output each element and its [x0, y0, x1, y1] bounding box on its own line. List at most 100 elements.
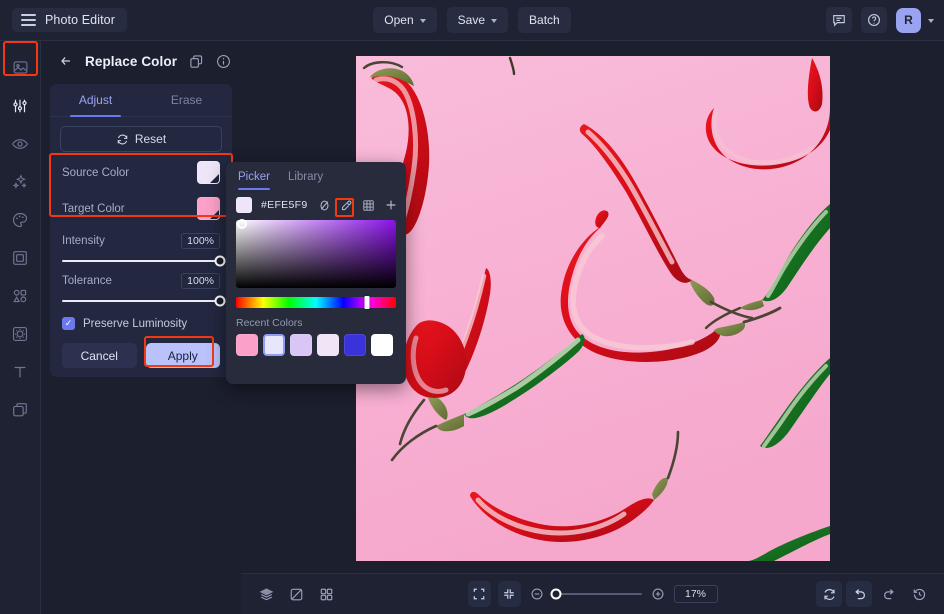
- tab-library[interactable]: Library: [288, 162, 323, 192]
- avatar[interactable]: R: [896, 7, 921, 33]
- rail-item-frame[interactable]: [5, 242, 36, 273]
- saturation-value-knob[interactable]: [237, 219, 248, 230]
- target-color-swatch[interactable]: [197, 197, 220, 220]
- redo-icon[interactable]: [876, 581, 902, 607]
- arrow-left-icon[interactable]: [55, 50, 77, 72]
- picker-hex-row: #EFE5F9: [236, 193, 396, 217]
- tab-library-label: Library: [287, 171, 324, 183]
- rail-item-sparkles[interactable]: [5, 166, 36, 197]
- zoom-slider-track[interactable]: [550, 588, 642, 600]
- apply-button[interactable]: Apply: [145, 343, 220, 368]
- add-icon[interactable]: [382, 197, 399, 214]
- tab-adjust[interactable]: Adjust: [50, 84, 141, 117]
- source-color-label: Source Color: [62, 166, 130, 179]
- grid-view-icon[interactable]: [313, 581, 339, 607]
- panel-header: Replace Color: [41, 41, 241, 81]
- open-label: Open: [384, 13, 414, 27]
- rail-item-image[interactable]: [5, 52, 36, 83]
- history-icon[interactable]: [906, 581, 932, 607]
- tab-erase[interactable]: Erase: [141, 84, 232, 116]
- fit-screen-icon[interactable]: [467, 581, 491, 607]
- layers-stack-icon[interactable]: [253, 581, 279, 607]
- chevron-down-icon: [491, 18, 498, 23]
- preserve-luminosity-checkbox[interactable]: ✓: [62, 317, 75, 330]
- intensity-slider-track[interactable]: [62, 255, 226, 267]
- comment-icon[interactable]: [826, 7, 852, 33]
- hue-slider[interactable]: [236, 296, 396, 309]
- hex-input[interactable]: #EFE5F9: [257, 197, 311, 213]
- cancel-button[interactable]: Cancel: [62, 343, 137, 368]
- zoom-in-icon[interactable]: [649, 581, 667, 607]
- rotate-icon[interactable]: [816, 581, 842, 607]
- top-right-tools: R: [826, 7, 934, 33]
- tolerance-label: Tolerance: [62, 275, 112, 287]
- rail-item-shapes[interactable]: [5, 280, 36, 311]
- undo-icon[interactable]: [846, 581, 872, 607]
- rail-item-effects[interactable]: [5, 318, 36, 349]
- save-button[interactable]: Save: [446, 7, 509, 33]
- recent-color-swatch[interactable]: [317, 334, 339, 356]
- source-color-row[interactable]: Source Color: [50, 152, 232, 186]
- preserve-luminosity-label: Preserve Luminosity: [83, 317, 188, 330]
- rail-item-eye[interactable]: [5, 128, 36, 159]
- batch-button[interactable]: Batch: [518, 7, 571, 33]
- chili-peppers-photo: [356, 56, 830, 561]
- picker-tabs: Picker Library: [236, 162, 396, 192]
- recent-color-swatch[interactable]: [344, 334, 366, 356]
- hue-slider-knob[interactable]: [364, 296, 370, 309]
- saturation-value-area[interactable]: [236, 219, 396, 288]
- recent-color-swatch[interactable]: [371, 334, 393, 356]
- reset-button[interactable]: Reset: [60, 126, 222, 152]
- rail-item-palette[interactable]: [5, 204, 36, 235]
- tab-adjust-label: Adjust: [78, 93, 113, 107]
- tool-rail: [0, 41, 41, 614]
- intensity-value[interactable]: 100%: [181, 233, 220, 249]
- zoom-level-value[interactable]: 17%: [673, 585, 718, 603]
- picker-current-swatch[interactable]: [236, 197, 252, 213]
- compare-icon[interactable]: [283, 581, 309, 607]
- info-circle-icon[interactable]: [216, 54, 231, 69]
- image-canvas[interactable]: [356, 56, 830, 561]
- account-chevron-down-icon[interactable]: [928, 18, 934, 23]
- eyedropper-icon[interactable]: [338, 197, 355, 214]
- intensity-slider-block: Intensity 100%: [50, 222, 232, 267]
- app-menu-brand[interactable]: Photo Editor: [12, 8, 127, 32]
- app-title: Photo Editor: [45, 13, 115, 27]
- recent-color-swatch[interactable]: [263, 334, 285, 356]
- zoom-slider-knob[interactable]: [550, 588, 562, 600]
- panel-tabs: Adjust Erase: [50, 84, 232, 117]
- grid-icon[interactable]: [360, 197, 377, 214]
- rail-item-layers[interactable]: [5, 394, 36, 425]
- duplicate-icon[interactable]: [189, 54, 204, 69]
- no-color-icon[interactable]: [316, 197, 333, 214]
- preserve-luminosity-row[interactable]: ✓ Preserve Luminosity: [50, 302, 232, 330]
- target-color-label: Target Color: [62, 202, 125, 215]
- help-circle-icon[interactable]: [861, 7, 887, 33]
- tab-picker-label: Picker: [238, 171, 270, 183]
- photo-editor-window: Photo Editor Open Save Batch R Replace C…: [0, 0, 944, 614]
- recent-color-swatch[interactable]: [236, 334, 258, 356]
- tolerance-value[interactable]: 100%: [181, 273, 220, 289]
- panel-actions: Cancel Apply: [50, 330, 232, 368]
- tolerance-slider-track[interactable]: [62, 295, 226, 307]
- zoom-out-icon[interactable]: [528, 581, 546, 607]
- recent-colors-label: Recent Colors: [236, 317, 303, 329]
- color-picker-popover[interactable]: Picker Library #EFE5F9 Recent Colors: [226, 162, 406, 384]
- source-color-swatch[interactable]: [197, 161, 220, 184]
- bottom-bar: 17%: [241, 573, 944, 614]
- intensity-label: Intensity: [62, 235, 105, 247]
- rail-item-text[interactable]: [5, 356, 36, 387]
- actual-size-icon[interactable]: [497, 581, 521, 607]
- chevron-down-icon: [419, 18, 426, 23]
- tolerance-slider-knob[interactable]: [214, 295, 226, 307]
- tab-picker[interactable]: Picker: [238, 162, 270, 192]
- target-color-row[interactable]: Target Color: [50, 186, 232, 222]
- rail-item-adjustments[interactable]: [5, 90, 36, 121]
- intensity-slider-knob[interactable]: [214, 255, 226, 267]
- recent-color-swatch[interactable]: [290, 334, 312, 356]
- hamburger-icon[interactable]: [21, 14, 36, 26]
- recent-colors-row: [236, 334, 396, 356]
- open-button[interactable]: Open: [373, 7, 437, 33]
- tolerance-slider-block: Tolerance 100%: [50, 262, 232, 307]
- zoom-controls: 17%: [467, 581, 718, 607]
